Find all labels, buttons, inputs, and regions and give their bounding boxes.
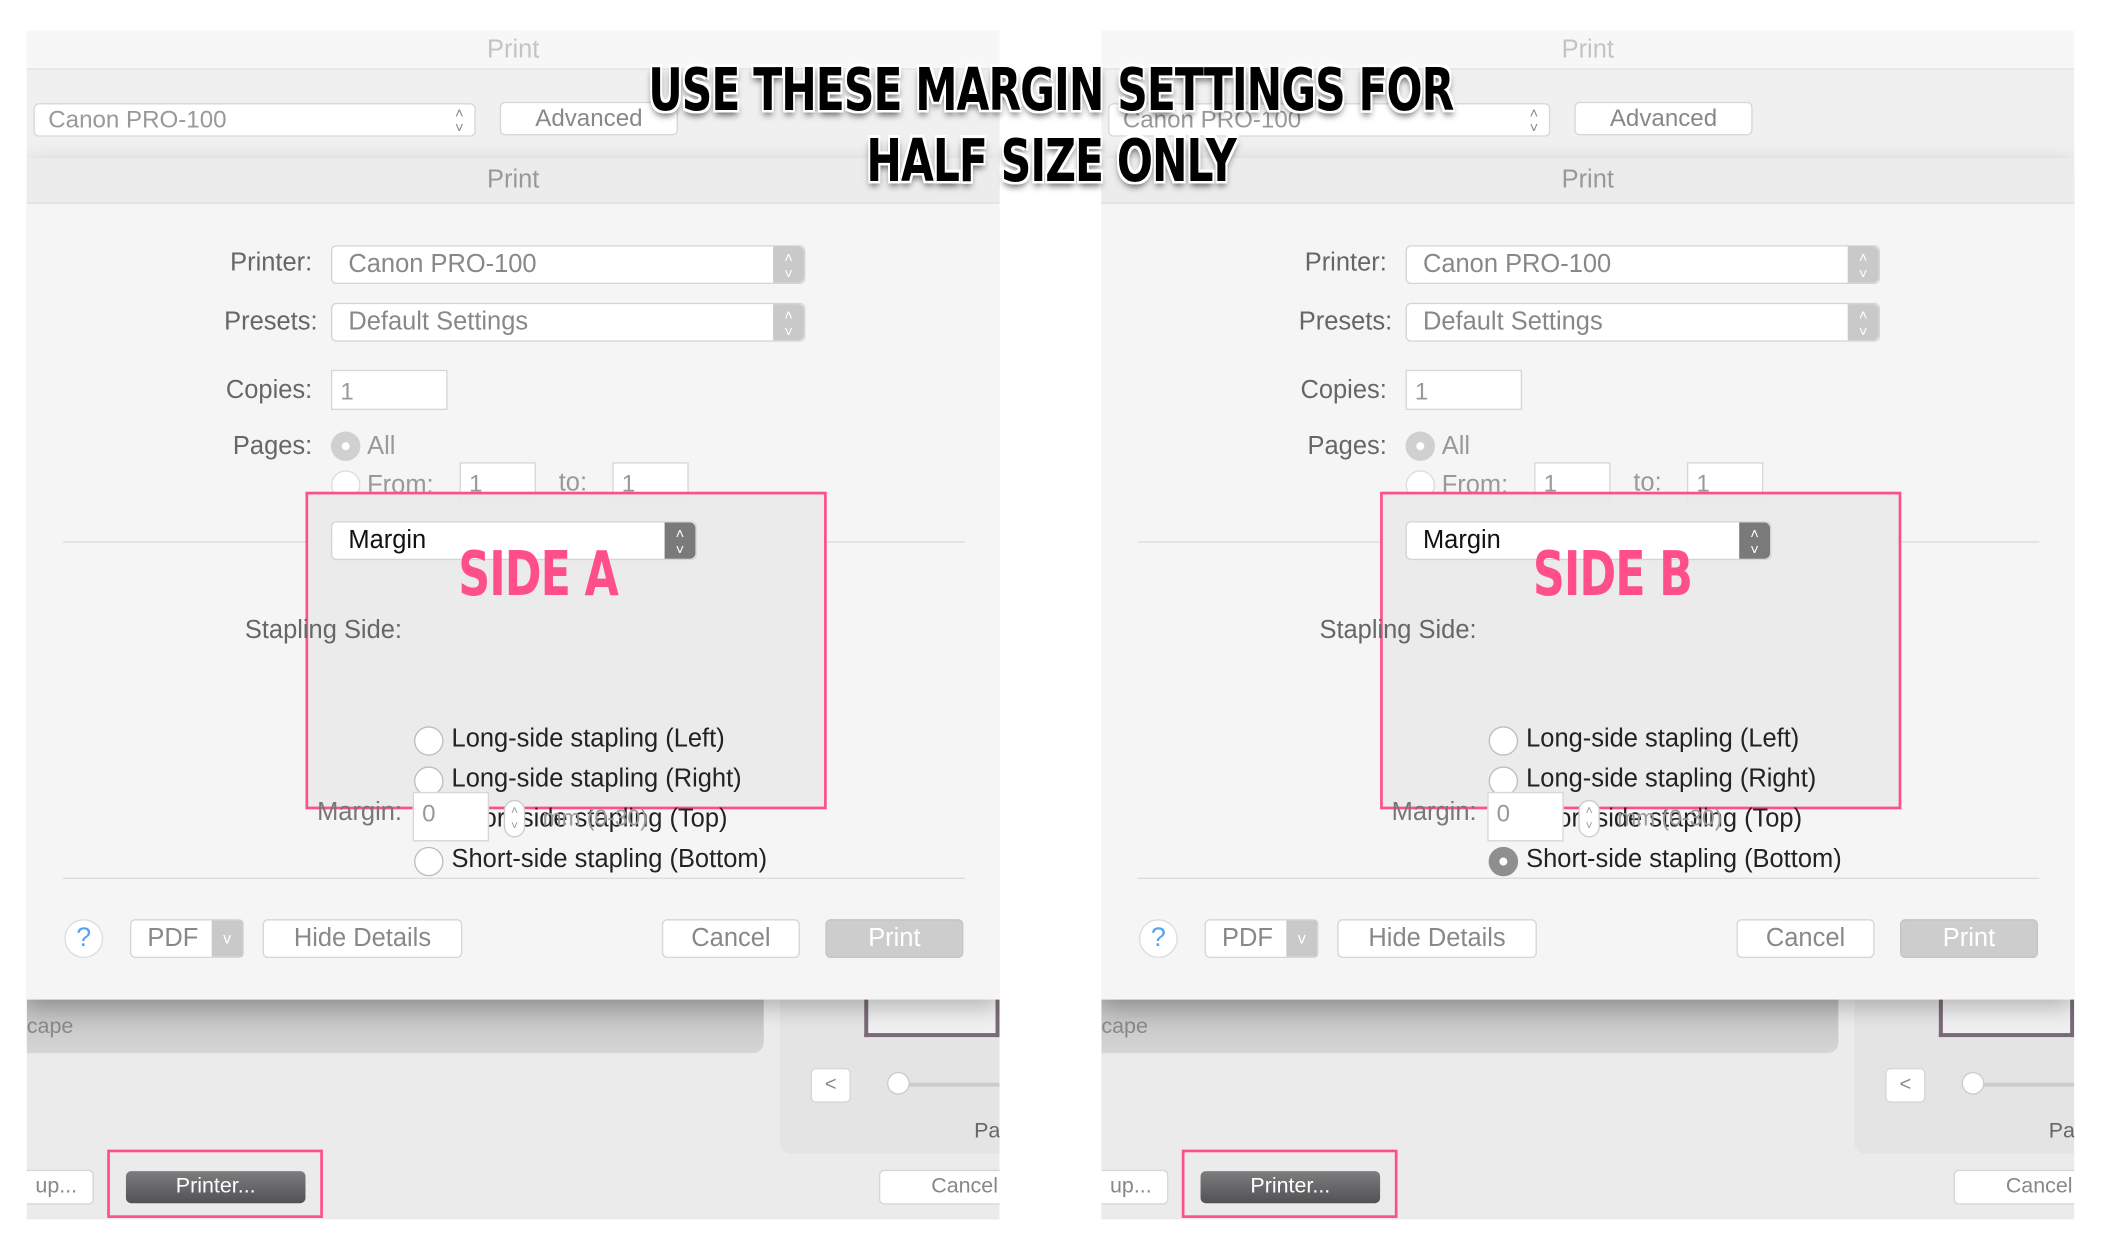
presets-select[interactable]: Default Settings ˄ ˅ <box>330 302 806 342</box>
pages-all-label: All <box>1441 432 1471 461</box>
printer-label: Printer: <box>1304 249 1387 278</box>
background-window-lower: cape < Pa up... Printer... Cancel <box>26 999 1000 1220</box>
margin-unit: mm (0-30) <box>1617 805 1723 831</box>
margin-label: Margin: <box>317 798 402 827</box>
stapling-radio-0[interactable] <box>414 726 444 756</box>
print-sheet: Print Printer: Canon PRO-100 ˄ ˅ Presets: … <box>26 158 1000 1000</box>
divider <box>62 877 965 879</box>
page-label-fragment: Pa <box>974 1120 1000 1143</box>
screenshot: Print Canon PRO-100 ˄ ˅ Advanced cape < Pa… <box>0 0 2101 1250</box>
presets-select[interactable]: Default Settings ˄ ˅ <box>1405 302 1880 342</box>
page-label-fragment: Pa <box>2048 1120 2075 1143</box>
pages-all-radio[interactable] <box>1405 431 1436 461</box>
background-cancel-button[interactable]: Cancel <box>878 1169 1000 1205</box>
stapling-option-label: Short-side stapling (Bottom) <box>451 845 768 874</box>
side-label: SIDE B <box>1532 537 1693 610</box>
stepper-icon: ˄ ˅ <box>1739 522 1771 559</box>
printer-button[interactable]: Printer... <box>1200 1171 1381 1204</box>
margin-label: Margin: <box>1391 798 1477 827</box>
stapling-side-label: Stapling Side: <box>244 616 402 645</box>
orientation-label-fragment: cape <box>1101 1015 1148 1039</box>
copies-field[interactable]: 1 <box>330 369 448 411</box>
page-preview-thumbnail <box>1938 999 2075 1038</box>
orientation-label-fragment: cape <box>26 1015 74 1039</box>
hide-details-button[interactable]: Hide Details <box>262 919 463 959</box>
presets-label: Presets: <box>224 308 318 337</box>
cancel-button[interactable]: Cancel <box>661 919 800 959</box>
headline-line-2: HALF SIZE ONLY <box>865 127 1236 196</box>
margin-unit: mm (0-30) <box>542 805 648 831</box>
chevron-down-icon: v <box>211 920 243 957</box>
stepper-icon: ˄ ˅ <box>1847 246 1879 283</box>
stapling-option-label: Long-side stapling (Right) <box>451 765 742 794</box>
pages-label: Pages: <box>232 432 313 461</box>
zoom-slider-track[interactable] <box>1972 1082 2075 1087</box>
stapling-option-label: Long-side stapling (Left) <box>1526 724 1800 754</box>
stapling-radio-3[interactable] <box>1488 846 1519 877</box>
margin-stepper[interactable]: ˄ ˅ <box>1578 799 1600 838</box>
help-button[interactable]: ? <box>64 919 104 959</box>
stepper-icon: ˄ ˅ <box>664 522 696 559</box>
stapling-radio-3[interactable] <box>414 846 444 877</box>
margin-stepper[interactable]: ˄ ˅ <box>503 799 526 838</box>
stepper-icon: ˄ ˅ <box>773 304 804 341</box>
stapling-side-label: Stapling Side: <box>1319 616 1477 645</box>
print-button[interactable]: Print <box>825 919 964 959</box>
page-setup-button[interactable]: up... <box>1101 1169 1169 1205</box>
pdf-menu-button[interactable]: PDF v <box>129 919 244 959</box>
headline-line-1: USE THESE MARGIN SETTINGS FOR <box>647 56 1454 125</box>
stepper-icon: ˄ ˅ <box>1847 304 1879 341</box>
stapling-option-label: Long-side stapling (Left) <box>451 724 725 754</box>
printer-select[interactable]: Canon PRO-100 ˄ ˅ <box>1405 245 1880 285</box>
zoom-slider-thumb[interactable] <box>1961 1071 1985 1095</box>
previous-page-button[interactable]: < <box>1885 1067 1926 1103</box>
print-dialog-panel-1: Print Canon PRO-100 ˄ ˅ Advanced cape < Pa… <box>1101 30 2075 1220</box>
background-cancel-button[interactable]: Cancel <box>1953 1169 2075 1205</box>
printer-select[interactable]: Canon PRO-100 ˄ ˅ <box>330 245 806 285</box>
pdf-menu-button[interactable]: PDF v <box>1204 919 1319 959</box>
margin-field[interactable]: 0 <box>412 791 490 842</box>
stapling-radio-0[interactable] <box>1488 726 1519 756</box>
margin-field[interactable]: 0 <box>1487 791 1564 842</box>
page-setup-button[interactable]: up... <box>26 1169 94 1205</box>
print-dialog-panel-0: Print Canon PRO-100 ˄ ˅ Advanced cape < Pa… <box>26 30 1000 1220</box>
hide-details-button[interactable]: Hide Details <box>1337 919 1537 959</box>
previous-page-button[interactable]: < <box>810 1067 851 1103</box>
copies-label: Copies: <box>1300 376 1387 405</box>
stepper-icon: ˄ ˅ <box>773 246 804 283</box>
print-button[interactable]: Print <box>1899 919 2038 959</box>
printer-button[interactable]: Printer... <box>125 1171 306 1204</box>
background-window-lower: cape < Pa up... Printer... Cancel <box>1101 999 2075 1220</box>
stapling-option-label: Long-side stapling (Right) <box>1526 765 1817 794</box>
page-preview-thumbnail <box>864 999 1000 1038</box>
side-label: SIDE A <box>458 537 619 610</box>
divider <box>1137 877 2040 879</box>
print-sheet: Print Printer: Canon PRO-100 ˄ ˅ Presets: … <box>1101 158 2075 1000</box>
printer-label: Printer: <box>230 249 313 278</box>
copies-label: Copies: <box>225 376 313 405</box>
stapling-option-label: Short-side stapling (Bottom) <box>1526 845 1842 874</box>
chevron-down-icon: v <box>1286 920 1318 957</box>
presets-label: Presets: <box>1298 308 1393 337</box>
zoom-slider-track[interactable] <box>897 1082 1000 1087</box>
pages-all-radio[interactable] <box>330 431 361 461</box>
help-button[interactable]: ? <box>1138 919 1178 959</box>
zoom-slider-thumb[interactable] <box>887 1071 910 1095</box>
pages-all-label: All <box>367 432 396 461</box>
cancel-button[interactable]: Cancel <box>1736 919 1875 959</box>
copies-field[interactable]: 1 <box>1405 369 1523 411</box>
pages-label: Pages: <box>1307 432 1387 461</box>
